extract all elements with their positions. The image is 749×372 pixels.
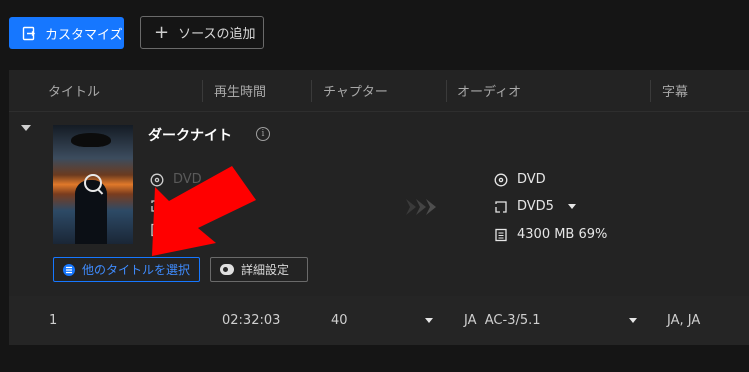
header-subtitle: 字幕 (662, 85, 689, 100)
table-row[interactable]: 1 02:32:03 40 JA AC-3/5.1 JA, JA (9, 296, 749, 345)
movie-poster-thumbnail[interactable] (53, 125, 133, 244)
output-format-label: DVD5 (517, 199, 554, 214)
header-title: タイトル (48, 85, 101, 100)
row-chapters: 40 (331, 313, 348, 328)
plus-icon: + (154, 21, 170, 43)
zoom-icon[interactable] (84, 174, 102, 192)
select-other-title-label: 他のタイトルを選択 (82, 263, 191, 277)
add-source-label: ソースの追加 (178, 27, 256, 42)
header-duration: 再生時間 (214, 85, 267, 100)
add-source-button[interactable]: + ソースの追加 (140, 16, 264, 49)
customize-button[interactable]: カスタマイズ (9, 17, 124, 49)
header-divider (446, 80, 447, 102)
header-chapters: チャプター (323, 85, 388, 100)
format-icon (494, 200, 508, 214)
row-duration: 02:32:03 (222, 313, 281, 328)
disc-icon (494, 173, 508, 187)
chevron-down-icon[interactable] (629, 318, 637, 323)
toolbar: カスタマイズ + ソースの追加 (0, 0, 749, 68)
list-icon (63, 263, 75, 276)
row-subtitle: JA, JA (667, 313, 701, 328)
customize-label: カスタマイズ (45, 27, 123, 43)
advanced-settings-label: 詳細設定 (241, 263, 290, 277)
customize-icon (22, 26, 37, 41)
row-index: 1 (49, 313, 58, 328)
red-annotation-arrow (152, 166, 256, 256)
header-divider (202, 80, 203, 102)
output-format-select[interactable]: DVD5 (494, 199, 576, 214)
subtitle-select[interactable]: JA, JA (667, 296, 700, 345)
header-audio: オーディオ (457, 85, 522, 100)
advanced-settings-button[interactable]: 詳細設定 (210, 257, 308, 282)
select-other-title-button[interactable]: 他のタイトルを選択 (53, 257, 200, 282)
info-icon[interactable]: i (256, 127, 270, 141)
chapters-dropdown[interactable] (425, 296, 433, 345)
size-icon (494, 228, 508, 242)
chevron-down-icon[interactable] (567, 204, 576, 209)
output-type-label: DVD (517, 172, 546, 187)
output-type-row: DVD (494, 172, 546, 187)
output-size-label: 4300 MB 69% (517, 227, 608, 242)
output-size-row: 4300 MB 69% (494, 227, 607, 242)
audio-dropdown[interactable] (629, 296, 637, 345)
row-audio: JA AC-3/5.1 (464, 313, 541, 328)
header-divider (311, 80, 312, 102)
collapse-toggle-icon[interactable] (21, 125, 31, 131)
chevron-down-icon[interactable] (425, 318, 433, 323)
chapters-select[interactable]: 40 (331, 296, 348, 345)
table-header: タイトル 再生時間 チャプター オーディオ 字幕 (9, 70, 749, 112)
movie-title: ダークナイト (148, 128, 232, 144)
header-divider (650, 80, 651, 102)
settings-toggle-icon (220, 264, 234, 275)
audio-select[interactable]: JA AC-3/5.1 (464, 296, 541, 345)
convert-arrow-icon (406, 199, 436, 215)
